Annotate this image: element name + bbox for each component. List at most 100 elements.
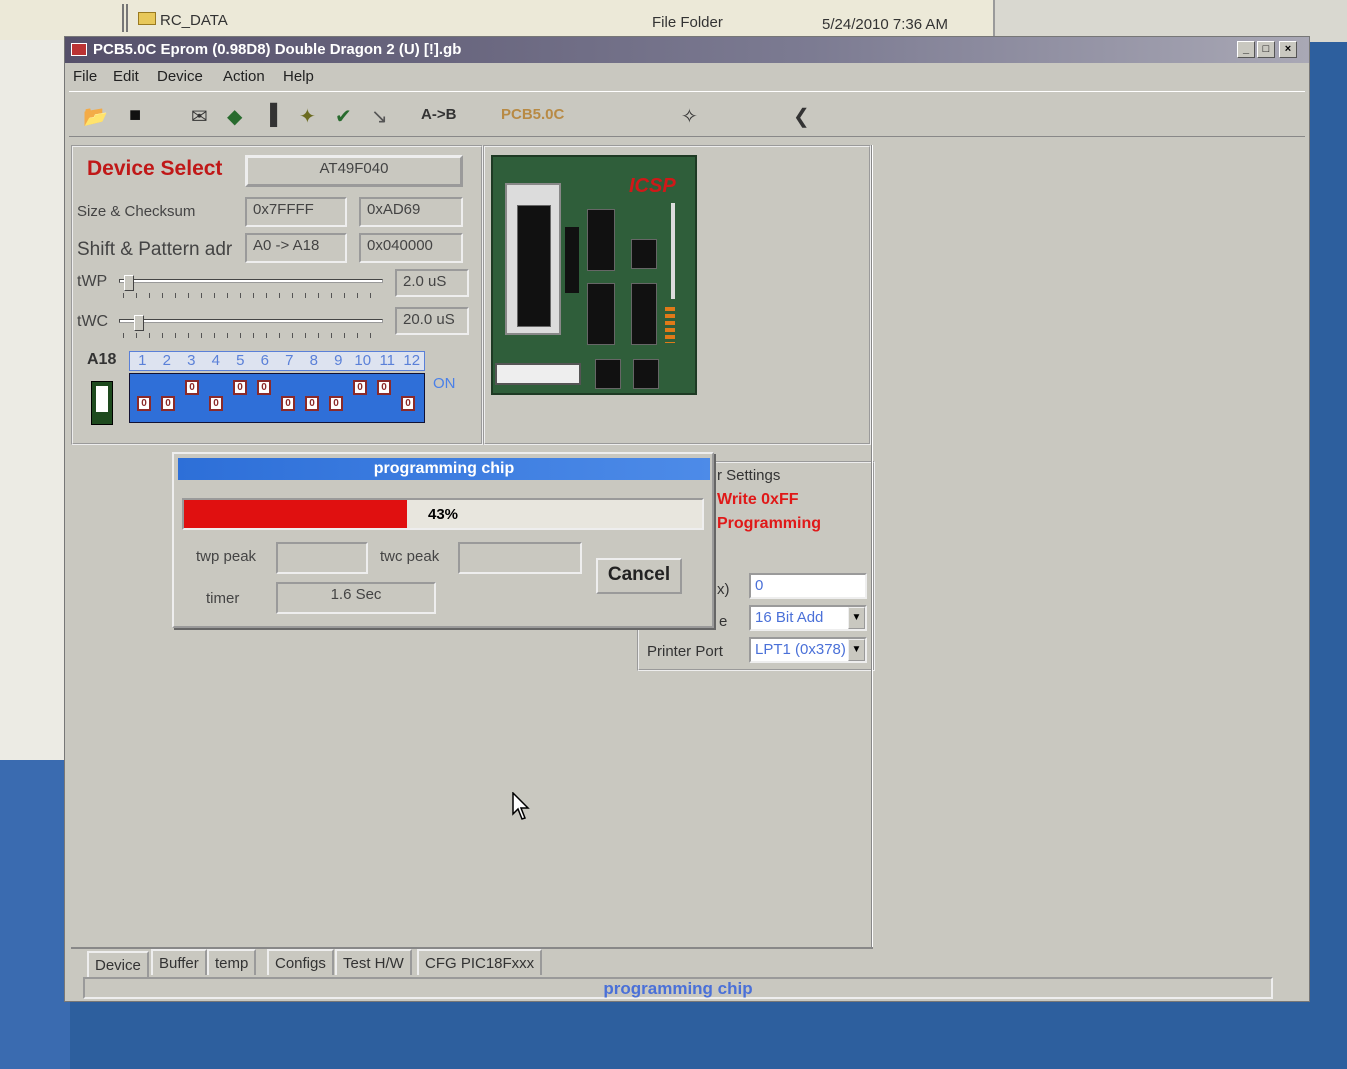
write-ff-option[interactable]: Write 0xFF [717,491,799,509]
explorer-folder-name[interactable]: RC_DATA [160,12,228,29]
toolbar: 📂 ■ ✉ ◆ ▐ ✦ ✔ ↘ A->B PCB5.0C ✧ ❮ [69,91,1305,137]
tab-temp[interactable]: temp [207,949,257,975]
device-select-label: Device Select [87,157,223,180]
programming-option[interactable]: Programming [717,515,821,533]
dip-switch-9[interactable]: 0 [326,378,347,414]
dip-number: 3 [187,352,196,369]
tab-cfg-pic18[interactable]: CFG PIC18Fxxx [417,949,543,975]
dip-switch-knob: 0 [377,380,391,395]
dip-switch-knob: 0 [137,396,151,411]
menu-device[interactable]: Device [157,68,203,85]
dip-switch-2[interactable]: 0 [158,378,179,414]
pattern-field: 0x040000 [359,233,463,263]
title-bar[interactable]: PCB5.0C Eprom (0.98D8) Double Dragon 2 (… [65,37,1309,63]
twp-peak-value [276,542,368,574]
dip-switch-7[interactable]: 0 [278,378,299,414]
twc-peak-value [458,542,582,574]
menu-help[interactable]: Help [283,68,314,85]
trace-icon [671,203,675,299]
back-icon[interactable]: ❮ [793,104,810,129]
chip-icon[interactable]: ▐ [263,104,277,127]
minimize-button[interactable]: _ [1237,41,1255,58]
twc-slider-thumb[interactable] [134,315,145,331]
dip-switch-10[interactable]: 0 [350,378,371,414]
dialog-title[interactable]: programming chip [178,458,710,480]
x-input[interactable]: 0 [749,573,867,599]
close-button[interactable]: × [1279,41,1297,58]
dip-switch-knob: 0 [281,396,295,411]
menu-file[interactable]: File [73,68,97,85]
dip-number: 8 [309,352,318,369]
dip-number: 7 [285,352,294,369]
dip-switch-11[interactable]: 0 [374,378,395,414]
twc-label: tWC [77,313,109,330]
size-field: 0x7FFFF [245,197,347,227]
icsp-label: ICSP [629,175,676,197]
open-icon[interactable]: 📂 [83,104,108,129]
program-icon[interactable]: ✔ [335,104,352,129]
explorer-type: File Folder [652,14,723,31]
connector-icon [495,363,581,385]
mode-select[interactable]: 16 Bit Add ▼ [749,605,867,631]
dip-switch-knob: 0 [305,396,319,411]
window-title: PCB5.0C Eprom (0.98D8) Double Dragon 2 (… [93,41,462,58]
ic-chip-icon [587,209,615,271]
dip-switch-knob: 0 [401,396,415,411]
read-icon[interactable]: ✉ [191,104,208,129]
app-icon [71,43,87,56]
cancel-button[interactable]: Cancel [596,558,682,594]
write-icon[interactable]: ◆ [227,104,242,129]
menu-bar: File Edit Device Action Help [65,64,1309,90]
settings-icon[interactable]: ✧ [681,104,698,129]
dip-switch-6[interactable]: 0 [254,378,275,414]
tab-buffer[interactable]: Buffer [151,949,207,975]
copy-ab-button[interactable]: A->B [421,106,456,123]
chevron-down-icon[interactable]: ▼ [848,639,865,661]
progress-dialog: programming chip 43% twp peak twc peak t… [172,452,714,628]
twp-label: tWP [77,273,108,290]
dip-number: 4 [211,352,220,369]
dip-switch-8[interactable]: 0 [302,378,323,414]
erase-icon[interactable]: ↘ [371,104,388,129]
dip-switch-5[interactable]: 0 [230,378,251,414]
a18-label: A18 [87,351,117,368]
menu-edit[interactable]: Edit [113,68,139,85]
content-border [871,145,873,949]
x-label: x) [717,581,730,598]
dip-number: 5 [236,352,245,369]
dip-number-row: 1 2 3 4 5 6 7 8 9 10 11 12 [129,351,425,371]
dip-switch-12[interactable]: 0 [398,378,419,414]
dip-switch-knob: 0 [209,396,223,411]
device-select-button[interactable]: AT49F040 [245,155,463,187]
tab-test-hw[interactable]: Test H/W [335,949,412,975]
dip-switch-knob: 0 [329,396,343,411]
timer-value: 1.6 Sec [276,582,436,614]
dip-switch-knob: 0 [185,380,199,395]
tab-configs[interactable]: Configs [267,949,334,975]
led-icon [665,307,675,343]
timer-label: timer [206,590,240,607]
dip-switch-1[interactable]: 0 [134,378,155,414]
explorer-divider [122,4,128,32]
maximize-button[interactable]: □ [1257,41,1275,58]
tab-device[interactable]: Device [87,951,149,977]
dip-switch-3[interactable]: 0 [182,378,203,414]
menu-action[interactable]: Action [223,68,265,85]
a18-switch[interactable] [91,381,113,425]
twp-slider-thumb[interactable] [124,275,135,291]
tab-strip: Device Buffer temp Configs Test H/W CFG … [87,949,587,977]
progress-percent: 43% [427,506,459,523]
dip-switch-knob: 0 [161,396,175,411]
chevron-down-icon[interactable]: ▼ [848,607,865,629]
twp-slider[interactable] [119,275,383,301]
printer-port-select[interactable]: LPT1 (0x378) ▼ [749,637,867,663]
twc-slider[interactable] [119,315,383,341]
brand-label: PCB5.0C [501,106,565,123]
ic-chip-icon [595,359,621,389]
settings-title: r Settings [717,467,781,484]
shift-field: A0 -> A18 [245,233,347,263]
save-icon[interactable]: ■ [129,104,141,127]
dip-switch-4[interactable]: 0 [206,378,227,414]
verify-icon[interactable]: ✦ [299,104,316,129]
ic-chip-icon [633,359,659,389]
